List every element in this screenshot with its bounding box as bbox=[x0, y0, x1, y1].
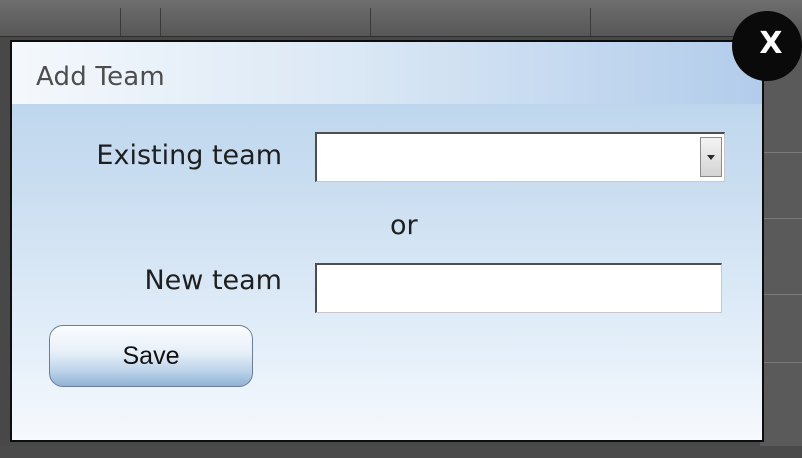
background-side-panel bbox=[760, 36, 802, 458]
new-team-label: New team bbox=[144, 265, 282, 296]
dialog-title: Add Team bbox=[36, 62, 165, 92]
existing-team-label: Existing team bbox=[96, 140, 282, 171]
save-button[interactable]: Save bbox=[49, 325, 253, 387]
toolbar-separator bbox=[120, 8, 121, 36]
existing-team-select[interactable] bbox=[315, 132, 725, 182]
close-icon: X bbox=[759, 26, 783, 61]
background-bottom-strip bbox=[0, 446, 802, 458]
new-team-input[interactable] bbox=[315, 263, 722, 313]
panel-divider bbox=[760, 294, 802, 295]
dialog-header: Add Team bbox=[12, 42, 762, 104]
or-separator-text: or bbox=[390, 210, 418, 241]
toolbar-separator bbox=[160, 8, 161, 36]
panel-divider bbox=[760, 362, 802, 363]
toolbar-separator bbox=[370, 8, 371, 36]
toolbar-separator bbox=[590, 8, 591, 36]
close-button[interactable]: X bbox=[732, 11, 802, 81]
panel-divider bbox=[760, 152, 802, 153]
panel-divider bbox=[760, 218, 802, 219]
add-team-dialog: Add Team Existing team or New team Save bbox=[10, 40, 764, 442]
chevron-down-icon[interactable] bbox=[700, 137, 722, 177]
background-toolbar bbox=[0, 0, 802, 37]
